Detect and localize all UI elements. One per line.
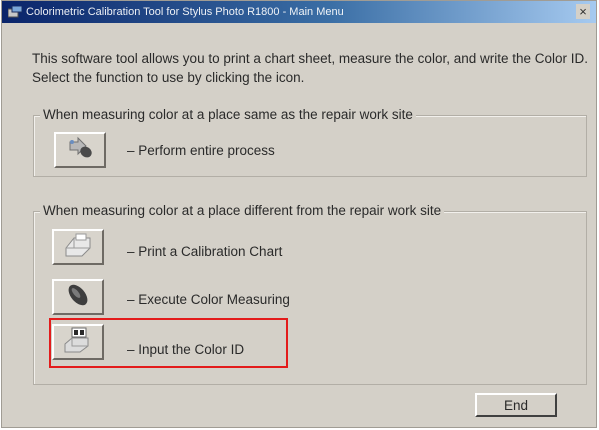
same-site-group: When measuring color at a place same as … — [33, 107, 587, 177]
different-site-group-label: When measuring color at a place differen… — [40, 203, 445, 218]
perform-entire-process-button[interactable] — [54, 132, 106, 168]
selection-highlight-box — [49, 318, 288, 368]
title-bar[interactable]: Colorimetric Calibration Tool for Stylus… — [2, 1, 596, 23]
perform-entire-process-label: – Perform entire process — [127, 143, 275, 158]
measuring-device-icon — [63, 282, 93, 313]
execute-color-measuring-label: – Execute Color Measuring — [127, 292, 290, 307]
printer-icon — [62, 232, 94, 263]
close-button[interactable]: × — [576, 4, 590, 19]
execute-color-measuring-button[interactable] — [52, 279, 104, 315]
main-menu-window: Colorimetric Calibration Tool for Stylus… — [1, 0, 597, 428]
print-calibration-chart-label: – Print a Calibration Chart — [127, 244, 283, 259]
intro-text: This software tool allows you to print a… — [32, 51, 589, 85]
perform-process-icon — [64, 136, 96, 165]
end-button[interactable]: End — [475, 393, 557, 417]
print-calibration-chart-button[interactable] — [52, 229, 104, 265]
window-title: Colorimetric Calibration Tool for Stylus… — [26, 6, 344, 18]
app-icon — [7, 5, 23, 18]
same-site-group-label: When measuring color at a place same as … — [40, 107, 416, 122]
